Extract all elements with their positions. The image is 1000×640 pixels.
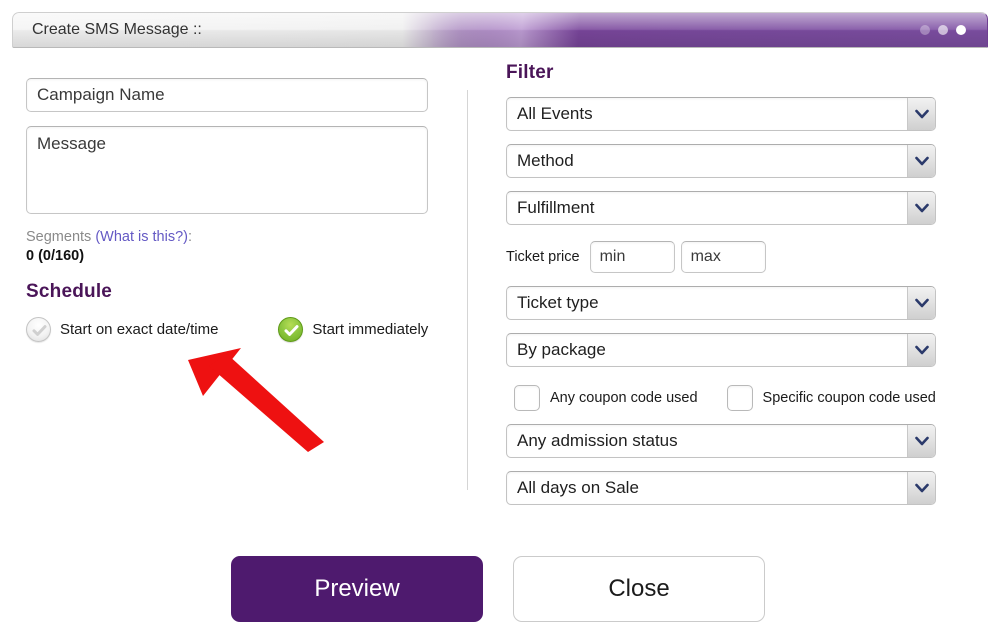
select-method[interactable]: Method: [506, 144, 936, 178]
checkbox-unchecked-icon[interactable]: [514, 385, 540, 411]
select-by-package[interactable]: By package: [506, 333, 936, 367]
campaign-name-input[interactable]: [26, 78, 428, 112]
segments-count: 0 (0/160): [26, 247, 428, 265]
coupon-options: Any coupon code used Specific coupon cod…: [506, 385, 936, 411]
select-method-value: Method: [517, 145, 574, 177]
select-all-events-value: All Events: [517, 98, 593, 130]
schedule-options: Start on exact date/time Start immediate…: [26, 317, 428, 342]
checkbox-any-coupon-code[interactable]: Any coupon code used: [514, 385, 698, 411]
titlebar-swoosh-decoration: [428, 12, 636, 48]
chevron-down-icon[interactable]: [907, 472, 935, 504]
window-dot-2-icon[interactable]: [938, 25, 948, 35]
window-controls: [920, 25, 966, 35]
window-dot-3-icon[interactable]: [956, 25, 966, 35]
select-ticket-type[interactable]: Ticket type: [506, 286, 936, 320]
window-titlebar: Create SMS Message ::: [12, 12, 988, 48]
schedule-option-exact-datetime[interactable]: Start on exact date/time: [26, 317, 218, 342]
segments-info: Segments (What is this?): 0 (0/160): [26, 228, 428, 265]
select-fulfillment-value: Fulfillment: [517, 192, 594, 224]
chevron-down-icon[interactable]: [907, 98, 935, 130]
select-admission-status-value: Any admission status: [517, 425, 678, 457]
chevron-down-icon[interactable]: [907, 145, 935, 177]
message-textarea[interactable]: [26, 126, 428, 214]
window-dot-1-icon[interactable]: [920, 25, 930, 35]
chevron-down-icon[interactable]: [907, 425, 935, 457]
schedule-heading: Schedule: [26, 281, 428, 303]
radio-unselected-icon[interactable]: [26, 317, 51, 342]
checkbox-unchecked-icon[interactable]: [727, 385, 753, 411]
schedule-option-immediately-label: Start immediately: [312, 321, 428, 338]
ticket-price-max-input[interactable]: [681, 241, 766, 273]
red-arrow-annotation-icon: [185, 332, 330, 457]
radio-selected-icon[interactable]: [278, 317, 303, 342]
create-sms-message-dialog: Create SMS Message :: Segments (What is …: [0, 0, 1000, 640]
filter-heading: Filter: [506, 62, 936, 84]
column-divider: [467, 90, 468, 490]
select-fulfillment[interactable]: Fulfillment: [506, 191, 936, 225]
what-is-this-link[interactable]: (What is this?): [95, 229, 188, 245]
message-composer-panel: Segments (What is this?): 0 (0/160) Sche…: [26, 78, 428, 342]
schedule-option-immediately[interactable]: Start immediately: [278, 317, 428, 342]
checkbox-specific-coupon-code[interactable]: Specific coupon code used: [727, 385, 936, 411]
window-title: Create SMS Message ::: [32, 12, 202, 48]
select-ticket-type-value: Ticket type: [517, 287, 599, 319]
segments-colon: :: [188, 229, 192, 245]
preview-button[interactable]: Preview: [231, 556, 483, 622]
select-all-events[interactable]: All Events: [506, 97, 936, 131]
chevron-down-icon[interactable]: [907, 287, 935, 319]
dialog-footer: Preview Close: [0, 556, 1000, 624]
select-by-package-value: By package: [517, 334, 606, 366]
ticket-price-row: Ticket price: [506, 241, 936, 273]
schedule-option-exact-datetime-label: Start on exact date/time: [60, 321, 218, 338]
chevron-down-icon[interactable]: [907, 334, 935, 366]
ticket-price-min-input[interactable]: [590, 241, 675, 273]
checkbox-any-coupon-code-label: Any coupon code used: [550, 390, 698, 406]
select-days-on-sale-value: All days on Sale: [517, 472, 639, 504]
select-days-on-sale[interactable]: All days on Sale: [506, 471, 936, 505]
close-button[interactable]: Close: [513, 556, 765, 622]
select-admission-status[interactable]: Any admission status: [506, 424, 936, 458]
ticket-price-label: Ticket price: [506, 249, 580, 265]
checkbox-specific-coupon-code-label: Specific coupon code used: [763, 390, 936, 406]
segments-label: Segments: [26, 229, 95, 245]
filter-panel: Filter All Events Method Fulfillment Tic…: [506, 62, 936, 505]
chevron-down-icon[interactable]: [907, 192, 935, 224]
